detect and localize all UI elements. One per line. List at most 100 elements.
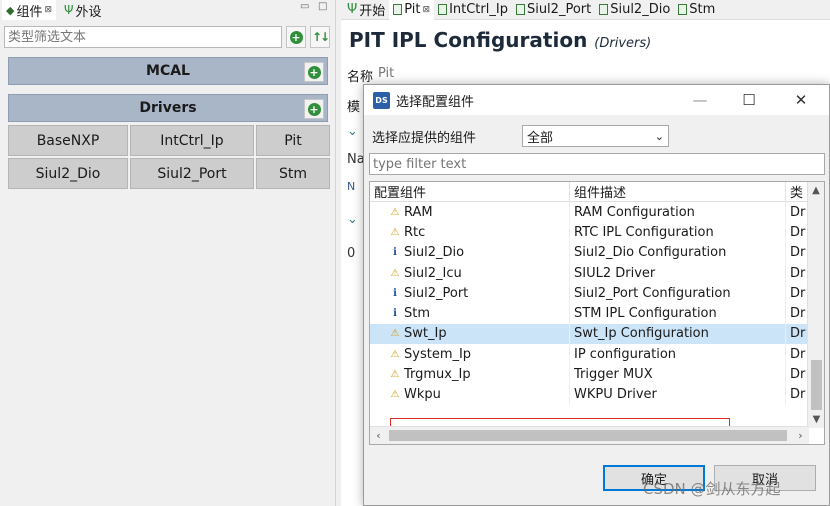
table-row-selected[interactable]: ⚠ Swt_Ip Swt_Ip Configuration Dr	[370, 323, 824, 345]
left-tab-bar: ◆ 组件 ⊠ Ψ 外设 ▭ □	[0, 0, 335, 20]
scroll-down-icon[interactable]: ▼	[808, 411, 824, 428]
dialog-title: 选择配置组件	[396, 94, 475, 110]
provide-select-value: 全部	[527, 130, 554, 146]
table-row[interactable]: ⚠ System_Ip IP configuration Dr	[370, 344, 824, 365]
expand-chevron-icon[interactable]: ⌄	[347, 124, 358, 139]
component-chip[interactable]: Stm	[256, 158, 330, 189]
column-header[interactable]: 类	[786, 182, 808, 201]
info-icon: i	[393, 308, 397, 320]
table-row[interactable]: ⚠ Rtc RTC IPL Configuration Dr	[370, 222, 824, 243]
page-subtitle: (Drivers)	[594, 36, 652, 51]
table-row[interactable]: i Siul2_Port Siul2_Port Configuration Dr	[370, 283, 824, 304]
warning-icon: ⚠	[390, 328, 400, 340]
component-desc: IP configuration	[570, 344, 786, 365]
filter-row: + ↑↓	[4, 26, 330, 48]
component-type: Dr	[786, 384, 808, 405]
tab-components[interactable]: ◆ 组件 ⊠	[2, 0, 57, 20]
close-icon[interactable]: ⊠	[44, 5, 52, 15]
type-filter-input[interactable]	[369, 153, 825, 175]
document-icon	[599, 4, 609, 15]
group-mcal-label: MCAL	[146, 63, 190, 79]
component-desc: RTC IPL Configuration	[570, 222, 786, 243]
group-drivers[interactable]: Drivers +	[8, 94, 328, 122]
component-name: Siul2_Port	[404, 285, 469, 301]
sort-button[interactable]: ↑↓	[310, 26, 330, 48]
table-row[interactable]: ⚠ RAM RAM Configuration Dr	[370, 202, 824, 223]
vertical-scroll-thumb[interactable]	[811, 360, 822, 410]
minimize-icon[interactable]: ▭	[300, 1, 309, 12]
start-icon: Ψ	[347, 2, 358, 17]
watermark: CSDN @剑从东方起	[643, 480, 781, 498]
component-type: Dr	[786, 303, 808, 324]
component-type: Dr	[786, 323, 808, 345]
maximize-icon[interactable]: □	[318, 1, 327, 12]
tab-components-label: 组件	[16, 4, 43, 20]
warning-icon: ⚠	[390, 206, 400, 218]
group-drivers-add-button[interactable]: +	[304, 99, 324, 119]
provide-row: 选择应提供的组件 全部 ⌄	[372, 125, 669, 147]
warning-icon: ⚠	[390, 369, 400, 381]
component-desc: STM IPL Configuration	[570, 303, 786, 324]
tab-siul2-dio[interactable]: Siul2_Dio	[595, 0, 674, 20]
vertical-scrollbar[interactable]: ▲ ▼	[807, 182, 824, 428]
tab-label: Stm	[689, 2, 716, 17]
component-chip[interactable]: Siul2_Dio	[8, 158, 128, 189]
tab-peripherals-label: 外设	[75, 4, 102, 20]
group-mcal-add-button[interactable]: +	[304, 62, 324, 82]
components-icon: ◆	[6, 3, 15, 17]
component-name: Rtc	[404, 224, 426, 240]
component-type: Dr	[786, 364, 808, 385]
tab-peripherals[interactable]: Ψ 外设	[64, 1, 101, 20]
component-chip[interactable]: IntCtrl_Ip	[130, 125, 254, 156]
table-header: 配置组件 组件描述 类	[370, 182, 824, 202]
app-icon: DS	[373, 91, 390, 109]
component-name: RAM	[404, 204, 433, 220]
component-name: Trgmux_Ip	[404, 367, 471, 383]
document-icon	[438, 4, 448, 15]
name-label: 名称	[347, 70, 374, 85]
close-button[interactable]: ✕	[778, 85, 824, 115]
tab-pit[interactable]: Pit ⊠	[389, 0, 435, 20]
component-filter-input[interactable]	[4, 26, 282, 48]
warning-icon: ⚠	[390, 267, 400, 279]
provide-select[interactable]: 全部 ⌄	[522, 125, 669, 147]
scroll-right-icon[interactable]: ›	[792, 427, 809, 444]
component-chip[interactable]: Pit	[256, 125, 330, 156]
horizontal-scrollbar[interactable]: ‹ ›	[370, 426, 809, 444]
component-name: Siul2_Icu	[404, 265, 462, 281]
add-component-button[interactable]: +	[286, 26, 306, 48]
component-desc: SIUL2 Driver	[570, 262, 786, 284]
column-header[interactable]: 配置组件	[370, 182, 570, 201]
components-panel: ◆ 组件 ⊠ Ψ 外设 ▭ □ + ↑↓ MCAL + Drivers + Ba…	[0, 0, 336, 506]
table-row[interactable]: ⚠ Siul2_Icu SIUL2 Driver Dr	[370, 262, 824, 284]
component-chip[interactable]: BaseNXP	[8, 125, 128, 156]
expand-chevron-icon[interactable]: ⌄	[347, 212, 358, 227]
component-table: 配置组件 组件描述 类 ⚠ RAM RAM Configuration Dr ⚠ R…	[369, 181, 825, 445]
info-icon: i	[393, 247, 397, 259]
name-value[interactable]: Pit	[378, 66, 394, 81]
column-header[interactable]: 组件描述	[570, 182, 786, 201]
editor-tab-bar: Ψ 开始 Pit ⊠ IntCtrl_Ip Siul2_Port Siul2_D…	[341, 0, 830, 20]
tab-stm[interactable]: Stm	[674, 0, 719, 20]
tab-intctrl[interactable]: IntCtrl_Ip	[434, 0, 512, 20]
component-desc: RAM Configuration	[570, 202, 786, 223]
table-row[interactable]: ⚠ Trgmux_Ip Trigger MUX Dr	[370, 364, 824, 385]
page-title-text: PIT IPL Configuration	[349, 28, 588, 52]
maximize-button[interactable]: ☐	[726, 85, 772, 115]
scroll-left-icon[interactable]: ‹	[370, 427, 387, 444]
page-title: PIT IPL Configuration (Drivers)	[349, 28, 651, 52]
table-row[interactable]: i Stm STM IPL Configuration Dr	[370, 303, 824, 324]
component-chip[interactable]: Siul2_Port	[130, 158, 254, 189]
document-icon	[678, 4, 688, 15]
table-row[interactable]: ⚠ Wkpu WKPU Driver Dr	[370, 384, 824, 405]
tab-siul2-port[interactable]: Siul2_Port	[512, 0, 595, 20]
tab-start[interactable]: Ψ 开始	[343, 0, 389, 20]
table-row[interactable]: i Siul2_Dio Siul2_Dio Configuration Dr	[370, 242, 824, 263]
tab-label: 开始	[359, 4, 386, 19]
minimize-button[interactable]: —	[677, 85, 723, 115]
horizontal-scroll-thumb[interactable]	[389, 430, 787, 441]
close-icon[interactable]: ⊠	[423, 5, 431, 15]
group-mcal[interactable]: MCAL +	[8, 57, 328, 85]
scroll-up-icon[interactable]: ▲	[808, 182, 824, 199]
component-name: System_Ip	[404, 346, 472, 362]
